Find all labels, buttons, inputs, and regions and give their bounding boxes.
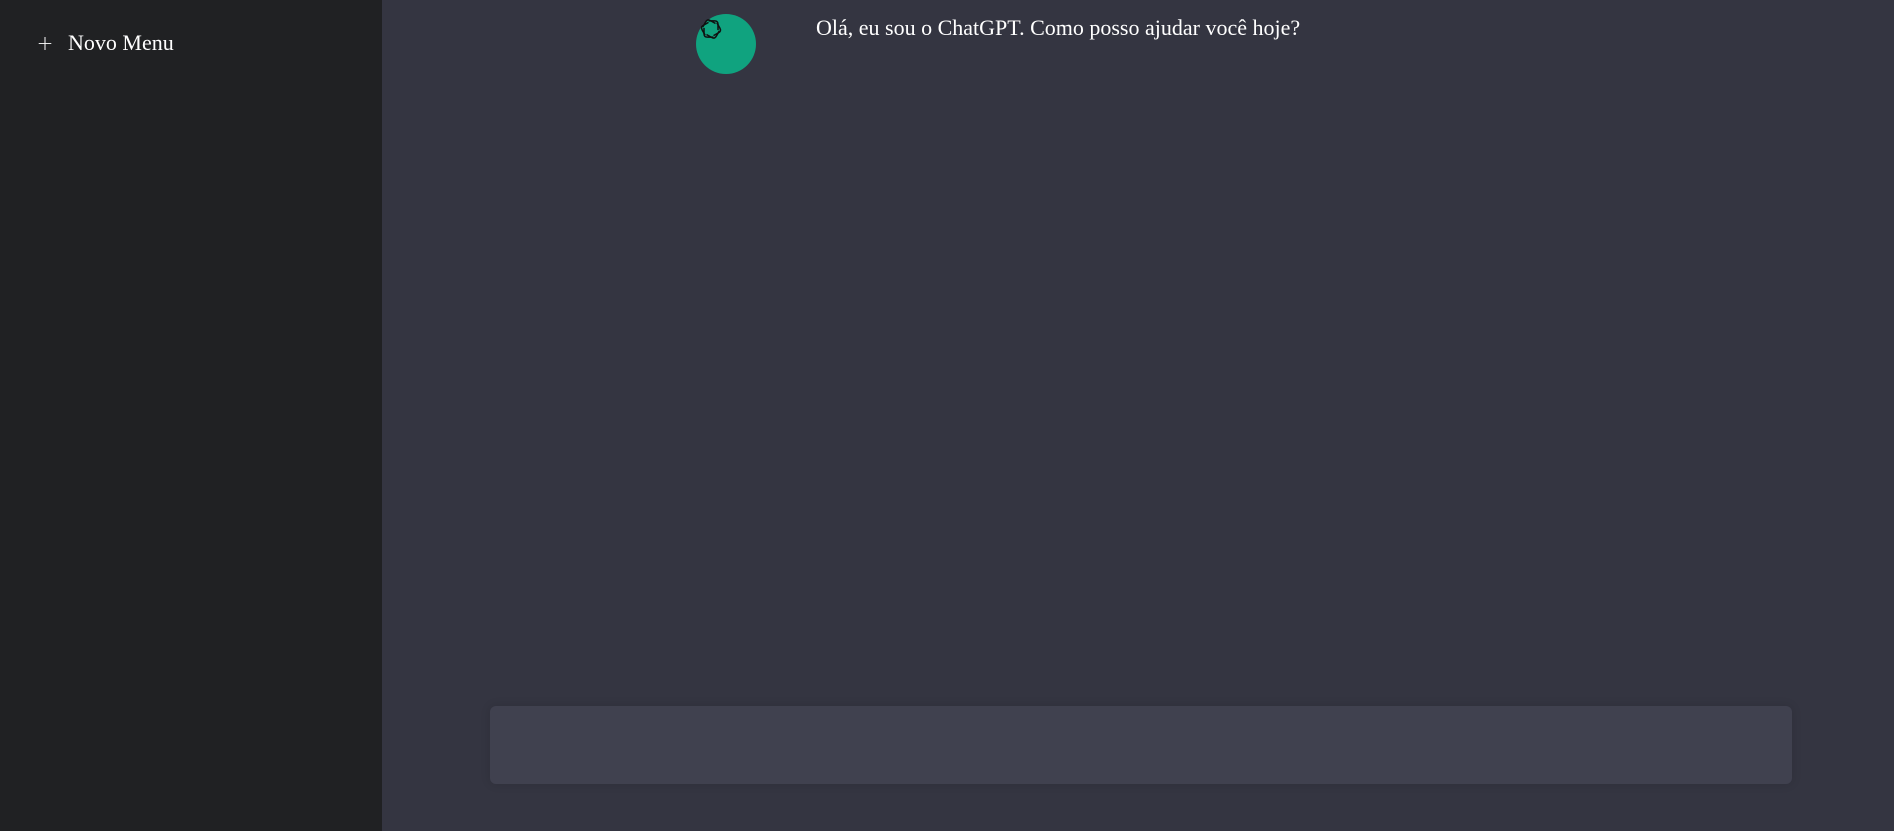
chat-area: Olá, eu sou o ChatGPT. Como posso ajudar… xyxy=(382,0,1894,831)
new-menu-label: Novo Menu xyxy=(68,30,174,55)
message-text: Olá, eu sou o ChatGPT. Como posso ajudar… xyxy=(816,15,1301,40)
openai-logo-icon xyxy=(700,19,722,39)
sidebar: + Novo Menu xyxy=(0,0,382,831)
chat-input[interactable] xyxy=(490,706,1792,784)
assistant-avatar xyxy=(696,14,756,74)
new-menu-button[interactable]: + Novo Menu xyxy=(36,32,174,54)
plus-icon: + xyxy=(36,31,54,55)
assistant-message: Olá, eu sou o ChatGPT. Como posso ajudar… xyxy=(696,14,1300,74)
